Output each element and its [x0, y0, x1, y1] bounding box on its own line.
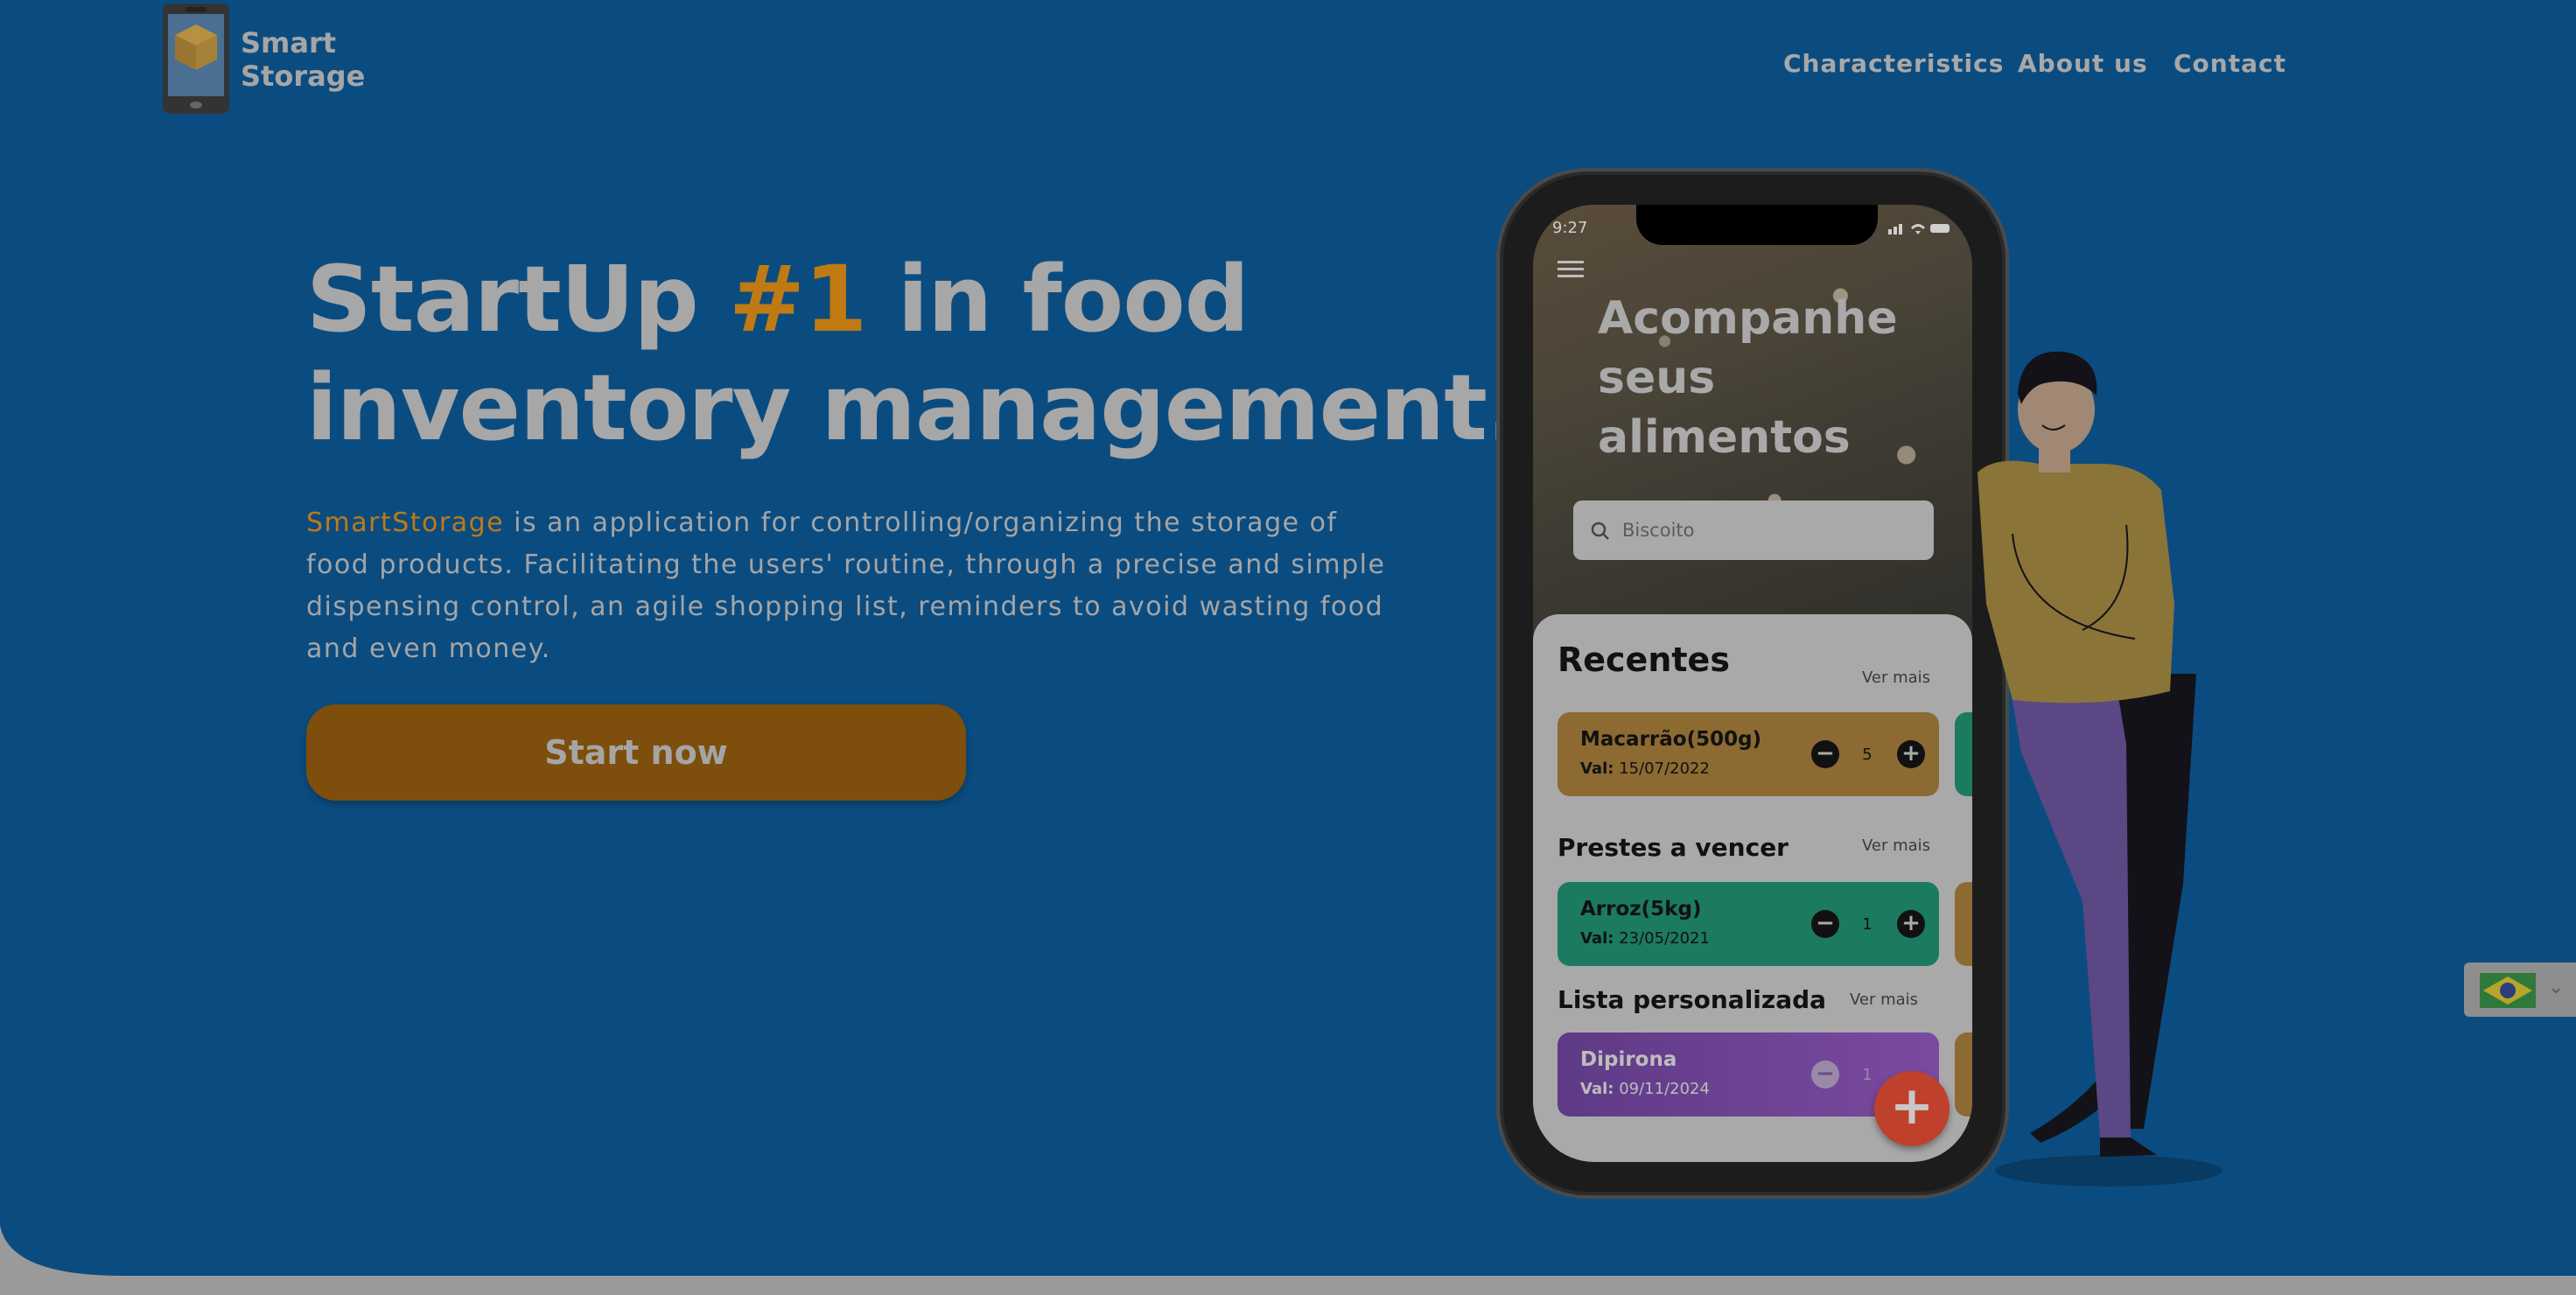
description-brand: SmartStorage	[306, 508, 505, 538]
hero-description: SmartStorage is an application for contr…	[306, 502, 1400, 670]
section-title-expiring: Prestes a vencer	[1558, 833, 1788, 862]
expiry-date: 09/11/2024	[1619, 1080, 1710, 1098]
headline-accent: #1	[728, 246, 868, 353]
food-name: Arroz(5kg)	[1580, 898, 1702, 920]
brand-line-2: Storage	[241, 60, 366, 93]
expiry-label: Val:	[1580, 929, 1614, 948]
app-title-line: alimentos	[1598, 411, 1851, 464]
food-card[interactable]: Macarrão(500g) Val: 15/07/2022 − 5 +	[1558, 712, 1939, 796]
search-icon	[1591, 522, 1609, 540]
headline-line-2: inventory management.	[306, 354, 1521, 461]
quantity-value: 1	[1862, 915, 1872, 934]
brand-name[interactable]: Smart Storage	[241, 26, 365, 93]
food-name: Macarrão(500g)	[1580, 728, 1762, 751]
nav-about-us[interactable]: About us	[2018, 49, 2148, 78]
headline-part-1: StartUp	[306, 246, 729, 353]
increase-button[interactable]: +	[1897, 910, 1925, 938]
phone-mockup: 9:27 Acompanhe seus alimentos Biscoito R…	[1503, 175, 2002, 1192]
phone-notch	[1636, 205, 1878, 245]
brand-line-1: Smart	[241, 26, 337, 60]
see-more-link[interactable]: Ver mais	[1850, 990, 1918, 1009]
phone-screen: 9:27 Acompanhe seus alimentos Biscoito R…	[1533, 205, 1972, 1162]
food-expiry: Val: 09/11/2024	[1580, 1080, 1710, 1098]
decrease-button[interactable]: −	[1811, 740, 1839, 768]
quantity-value: 1	[1862, 1066, 1872, 1084]
start-now-button[interactable]: Start now	[306, 704, 966, 801]
food-name: Dipirona	[1580, 1048, 1677, 1071]
food-expiry: Val: 15/07/2022	[1580, 760, 1710, 778]
section-title-custom-list: Lista personalizada	[1558, 985, 1827, 1014]
footer-band	[0, 1276, 2576, 1295]
section-title-recentes: Recentes	[1558, 640, 1730, 679]
app-title-line: Acompanhe	[1598, 292, 1898, 345]
expiry-label: Val:	[1580, 760, 1614, 778]
smart-storage-logo-icon[interactable]	[161, 2, 231, 116]
brazil-flag-icon	[2480, 973, 2536, 1008]
expiry-date: 15/07/2022	[1619, 760, 1710, 778]
food-card[interactable]: Arroz(5kg) Val: 23/05/2021 − 1 +	[1558, 882, 1939, 966]
app-title-line: seus	[1598, 352, 1716, 404]
food-search-input[interactable]: Biscoito	[1573, 500, 1934, 560]
person-illustration	[1978, 351, 2222, 1186]
nav-contact[interactable]: Contact	[2174, 49, 2286, 78]
bottom-curve	[0, 1225, 122, 1295]
decrease-button[interactable]: −	[1811, 1060, 1839, 1088]
hamburger-menu-icon[interactable]	[1558, 259, 1584, 280]
expiry-date: 23/05/2021	[1619, 929, 1710, 948]
food-expiry: Val: 23/05/2021	[1580, 929, 1710, 948]
app-title: Acompanhe seus alimentos	[1598, 289, 1898, 467]
chevron-down-icon: ⌄	[2548, 976, 2565, 998]
language-selector[interactable]: ⌄	[2464, 962, 2576, 1017]
decrease-button[interactable]: −	[1811, 910, 1839, 938]
see-more-link[interactable]: Ver mais	[1862, 668, 1930, 687]
add-item-button[interactable]: +	[1874, 1071, 1950, 1146]
increase-button[interactable]: +	[1897, 740, 1925, 768]
hero-headline: StartUp #1 in food inventory management.	[306, 245, 1521, 462]
expiry-label: Val:	[1580, 1080, 1614, 1098]
nav-characteristics[interactable]: Characteristics	[1783, 49, 2004, 78]
search-placeholder: Biscoito	[1622, 520, 1695, 541]
status-time: 9:27	[1552, 219, 1588, 237]
see-more-link[interactable]: Ver mais	[1862, 836, 1930, 855]
quantity-value: 5	[1862, 746, 1872, 764]
headline-part-2: in food	[866, 246, 1250, 353]
status-icons	[1888, 224, 1950, 234]
